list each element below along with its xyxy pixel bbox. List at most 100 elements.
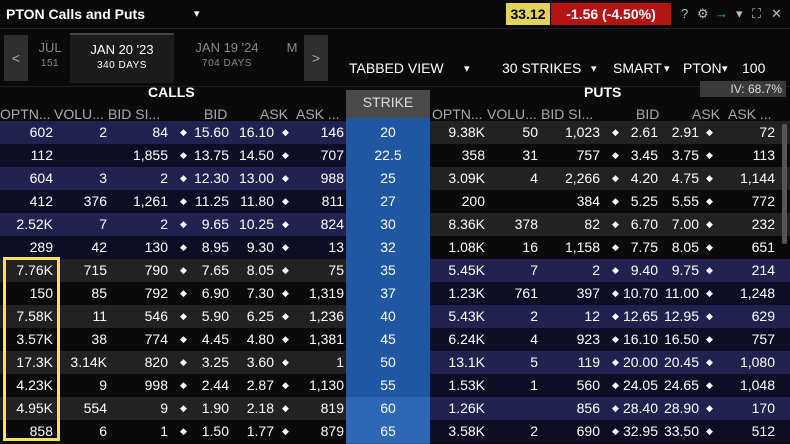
call-volume-cell[interactable]: 11 bbox=[92, 308, 107, 324]
call-bid-cell[interactable]: 1.90 bbox=[202, 400, 229, 416]
put-ask-cell[interactable]: 16.50 bbox=[664, 331, 699, 347]
call-bid-size-cell[interactable]: 1,261 bbox=[133, 193, 168, 209]
put-ask-cell[interactable]: 12.95 bbox=[664, 308, 699, 324]
call-bid-size-cell[interactable]: 998 bbox=[145, 377, 168, 393]
call-ask-cell[interactable]: 4.80 bbox=[247, 331, 274, 347]
call-open-interest-cell[interactable]: 4.95K bbox=[16, 400, 53, 416]
close-icon[interactable]: ✕ bbox=[771, 5, 782, 23]
put-ask-size-cell[interactable]: 170 bbox=[752, 400, 775, 416]
put-bid-size-cell[interactable]: 12 bbox=[584, 308, 600, 324]
put-bid-size-cell[interactable]: 2 bbox=[592, 262, 600, 278]
strike-cell[interactable]: 25 bbox=[346, 167, 430, 190]
call-bid-size-cell[interactable]: 1,855 bbox=[133, 147, 168, 163]
expiry-next-arrow-icon[interactable]: > bbox=[304, 35, 328, 81]
expiry-tab-1[interactable]: JAN 20 '23 340 DAYS bbox=[70, 33, 174, 83]
strike-cell[interactable]: 22.5 bbox=[346, 144, 430, 167]
put-ask-cell[interactable]: 3.75 bbox=[672, 147, 699, 163]
put-volume-cell[interactable]: 1 bbox=[530, 377, 538, 393]
call-ask-cell[interactable]: 10.25 bbox=[239, 216, 274, 232]
put-ask-size-cell[interactable]: 72 bbox=[759, 124, 775, 140]
put-open-interest-cell[interactable]: 1.53K bbox=[448, 377, 485, 393]
put-bid-cell[interactable]: 2.61 bbox=[631, 124, 658, 140]
call-volume-cell[interactable]: 38 bbox=[91, 331, 107, 347]
put-volume-cell[interactable]: 761 bbox=[515, 285, 538, 301]
put-ask-cell[interactable]: 7.00 bbox=[672, 216, 699, 232]
put-bid-cell[interactable]: 24.05 bbox=[623, 377, 658, 393]
put-open-interest-cell[interactable]: 8.36K bbox=[448, 216, 485, 232]
put-ask-size-cell[interactable]: 232 bbox=[752, 216, 775, 232]
put-open-interest-header[interactable]: OPTN... bbox=[432, 106, 483, 122]
call-bid-size-cell[interactable]: 84 bbox=[152, 124, 168, 140]
link-icon[interactable]: → bbox=[715, 5, 728, 23]
call-bid-cell[interactable]: 12.30 bbox=[194, 170, 229, 186]
call-volume-cell[interactable]: 376 bbox=[84, 193, 107, 209]
call-ask-size-cell[interactable]: 1 bbox=[336, 354, 344, 370]
option-row[interactable]: 4.95K 554 9 1.90 2.18 819 1.26K 856 28.40 28.90 17… bbox=[0, 397, 790, 420]
call-ask-size-cell[interactable]: 819 bbox=[321, 400, 344, 416]
put-ask-size-cell[interactable]: 629 bbox=[752, 308, 775, 324]
put-ask-size-cell[interactable]: 1,080 bbox=[740, 354, 775, 370]
strike-cell[interactable]: 55 bbox=[346, 374, 430, 397]
call-ask-cell[interactable]: 2.18 bbox=[247, 400, 274, 416]
call-bid-size-cell[interactable]: 790 bbox=[145, 262, 168, 278]
strike-cell[interactable]: 50 bbox=[346, 351, 430, 374]
call-bid-cell[interactable]: 8.95 bbox=[202, 239, 229, 255]
expand-icon[interactable]: ⛶ bbox=[752, 5, 761, 23]
symbol-caret-icon[interactable]: ▾ bbox=[722, 62, 728, 75]
put-open-interest-cell[interactable]: 1.23K bbox=[448, 285, 485, 301]
call-ask-cell[interactable]: 7.30 bbox=[247, 285, 274, 301]
call-volume-cell[interactable]: 7 bbox=[99, 216, 107, 232]
call-open-interest-cell[interactable]: 112 bbox=[31, 147, 53, 163]
call-bid-size-cell[interactable]: 820 bbox=[145, 354, 168, 370]
call-bid-cell[interactable]: 5.90 bbox=[202, 308, 229, 324]
strike-cell[interactable]: 40 bbox=[346, 305, 430, 328]
call-open-interest-cell[interactable]: 412 bbox=[30, 193, 53, 209]
call-ask-cell[interactable]: 9.30 bbox=[247, 239, 274, 255]
put-open-interest-cell[interactable]: 200 bbox=[462, 193, 485, 209]
put-bid-size-cell[interactable]: 119 bbox=[578, 354, 600, 370]
call-bid-size-header[interactable]: BID SI... bbox=[108, 106, 160, 122]
put-bid-size-cell[interactable]: 397 bbox=[577, 285, 600, 301]
put-ask-size-cell[interactable]: 651 bbox=[752, 239, 775, 255]
put-bid-size-cell[interactable]: 1,023 bbox=[565, 124, 600, 140]
call-open-interest-header[interactable]: OPTN... bbox=[0, 106, 51, 122]
call-ask-size-cell[interactable]: 811 bbox=[322, 193, 344, 209]
put-ask-size-cell[interactable]: 512 bbox=[752, 423, 775, 439]
call-open-interest-cell[interactable]: 602 bbox=[30, 124, 53, 140]
put-bid-cell[interactable]: 20.00 bbox=[623, 354, 658, 370]
call-bid-size-cell[interactable]: 2 bbox=[160, 170, 168, 186]
put-volume-cell[interactable]: 4 bbox=[530, 170, 538, 186]
call-ask-cell[interactable]: 8.05 bbox=[247, 262, 274, 278]
put-bid-cell[interactable]: 16.10 bbox=[623, 331, 658, 347]
call-volume-cell[interactable]: 85 bbox=[91, 285, 107, 301]
call-bid-cell[interactable]: 15.60 bbox=[194, 124, 229, 140]
call-bid-size-cell[interactable]: 9 bbox=[160, 400, 168, 416]
put-bid-size-cell[interactable]: 690 bbox=[577, 423, 600, 439]
put-bid-size-header[interactable]: BID SI... bbox=[541, 106, 593, 122]
put-ask-cell[interactable]: 33.50 bbox=[664, 423, 699, 439]
put-bid-header[interactable]: BID bbox=[636, 106, 659, 122]
put-bid-size-cell[interactable]: 1,158 bbox=[565, 239, 600, 255]
option-row[interactable]: 858 6 1 1.50 1.77 879 3.58K 2 690 32.95 33.50 512 ◆ ◆… bbox=[0, 420, 790, 443]
view-selector[interactable]: TABBED VIEW bbox=[349, 60, 444, 76]
strike-cell[interactable]: 60 bbox=[346, 397, 430, 420]
put-bid-size-cell[interactable]: 2,266 bbox=[565, 170, 600, 186]
call-open-interest-cell[interactable]: 604 bbox=[30, 170, 53, 186]
put-volume-cell[interactable]: 378 bbox=[515, 216, 538, 232]
put-ask-cell[interactable]: 24.65 bbox=[664, 377, 699, 393]
strike-cell[interactable]: 30 bbox=[346, 213, 430, 236]
call-open-interest-cell[interactable]: 17.3K bbox=[16, 354, 53, 370]
put-volume-cell[interactable]: 16 bbox=[522, 239, 538, 255]
exchange-selector[interactable]: SMART bbox=[613, 60, 662, 76]
put-open-interest-cell[interactable]: 3.58K bbox=[448, 423, 485, 439]
option-row[interactable]: 150 85 792 6.90 7.30 1,319 1.23K 761 397 10.70 11.… bbox=[0, 282, 790, 305]
put-bid-size-cell[interactable]: 82 bbox=[584, 216, 600, 232]
call-ask-cell[interactable]: 11.80 bbox=[240, 193, 274, 209]
call-bid-cell[interactable]: 9.65 bbox=[202, 216, 229, 232]
option-row[interactable]: 17.3K 3.14K 820 3.25 3.60 1 13.1K 5 119 20.00 20.4… bbox=[0, 351, 790, 374]
put-ask-cell[interactable]: 2.91 bbox=[672, 124, 699, 140]
call-ask-size-cell[interactable]: 1,236 bbox=[309, 308, 344, 324]
put-open-interest-cell[interactable]: 9.38K bbox=[448, 124, 485, 140]
put-ask-cell[interactable]: 20.45 bbox=[664, 354, 699, 370]
strike-cell[interactable]: 35 bbox=[346, 259, 430, 282]
